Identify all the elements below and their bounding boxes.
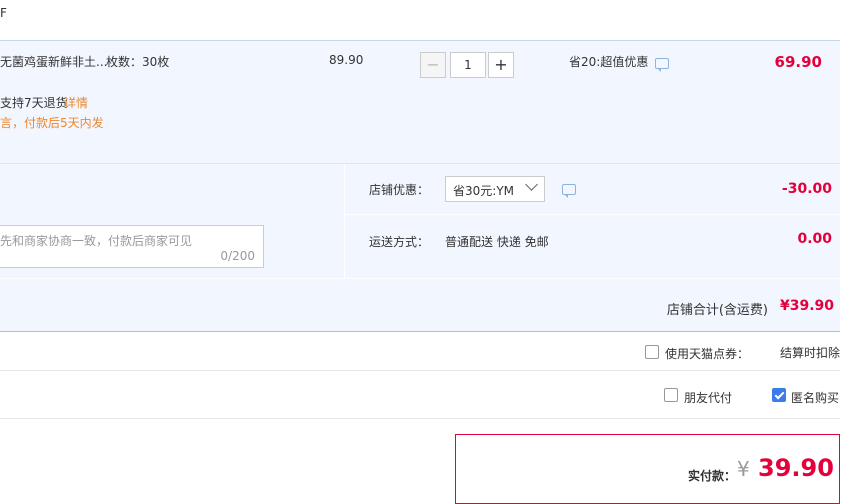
shipping-note: 言，付款后5天内发 [0,116,104,130]
coupon-select[interactable]: 省30元:YM [445,176,545,202]
memo-counter: 0/200 [220,249,255,263]
item-title[interactable]: 无菌鸡蛋新鲜非土... [0,53,107,70]
decrease-button[interactable]: − [420,52,446,78]
item-row: 无菌鸡蛋新鲜非土... 枚数：30枚 89.90 − 1 + 省20:超值优惠 … [0,41,840,163]
points-checkbox[interactable] [645,345,659,359]
discount-text: 省20:超值优惠 [569,55,649,69]
chat-icon[interactable] [562,184,576,198]
item-sku: 枚数：30枚 [106,55,170,69]
chat-icon[interactable] [655,58,669,72]
anonymous-checkbox[interactable] [772,388,786,402]
payment-box: 实付款： ¥ 39.90 [455,434,840,504]
quantity-input[interactable]: 1 [450,52,486,78]
chevron-down-icon [525,178,538,191]
friend-pay-checkbox[interactable] [664,388,678,402]
payment-label: 实付款： [688,469,737,483]
divider [0,331,840,332]
service-text: 支持7天退货 [0,96,68,110]
item-subtotal: 69.90 [774,53,822,71]
shop-total-label: 店铺合计(含运费) [666,303,768,318]
delivery-label: 运送方式： [369,235,430,249]
delivery-value: 普通配送 快递 免邮 [445,235,549,249]
top-fragment: F [0,6,7,20]
shop-options: 店铺优惠： 省30元:YM -30.00 先和商家协商一致，付款后商家可见 0/… [0,164,840,278]
points-note: 结算时扣除 [780,346,841,360]
shop-total-row: 店铺合计(含运费) ¥39.90 [0,278,840,331]
coupon-select-value: 省30元:YM [453,184,514,198]
delivery-amount: 0.00 [797,231,832,247]
memo-placeholder: 先和商家协商一致，付款后商家可见 [0,234,193,248]
increase-button[interactable]: + [488,52,514,78]
service-detail-link[interactable]: 详情 [64,94,88,111]
coupon-label: 店铺优惠： [369,183,430,197]
friend-pay-label: 朋友代付 [684,391,733,405]
memo-field[interactable]: 先和商家协商一致，付款后商家可见 0/200 [0,225,264,268]
currency-symbol: ¥ [737,457,750,481]
shop-total-value: ¥39.90 [779,298,834,314]
anonymous-label: 匿名购买 [791,391,840,405]
points-label: 使用天猫点券： [665,347,750,361]
coupon-amount: -30.00 [781,181,832,197]
unit-price: 89.90 [329,53,364,67]
divider [0,418,840,419]
divider [0,370,840,371]
payment-amount: 39.90 [758,454,834,482]
row-divider [345,214,840,215]
column-divider [344,164,345,278]
